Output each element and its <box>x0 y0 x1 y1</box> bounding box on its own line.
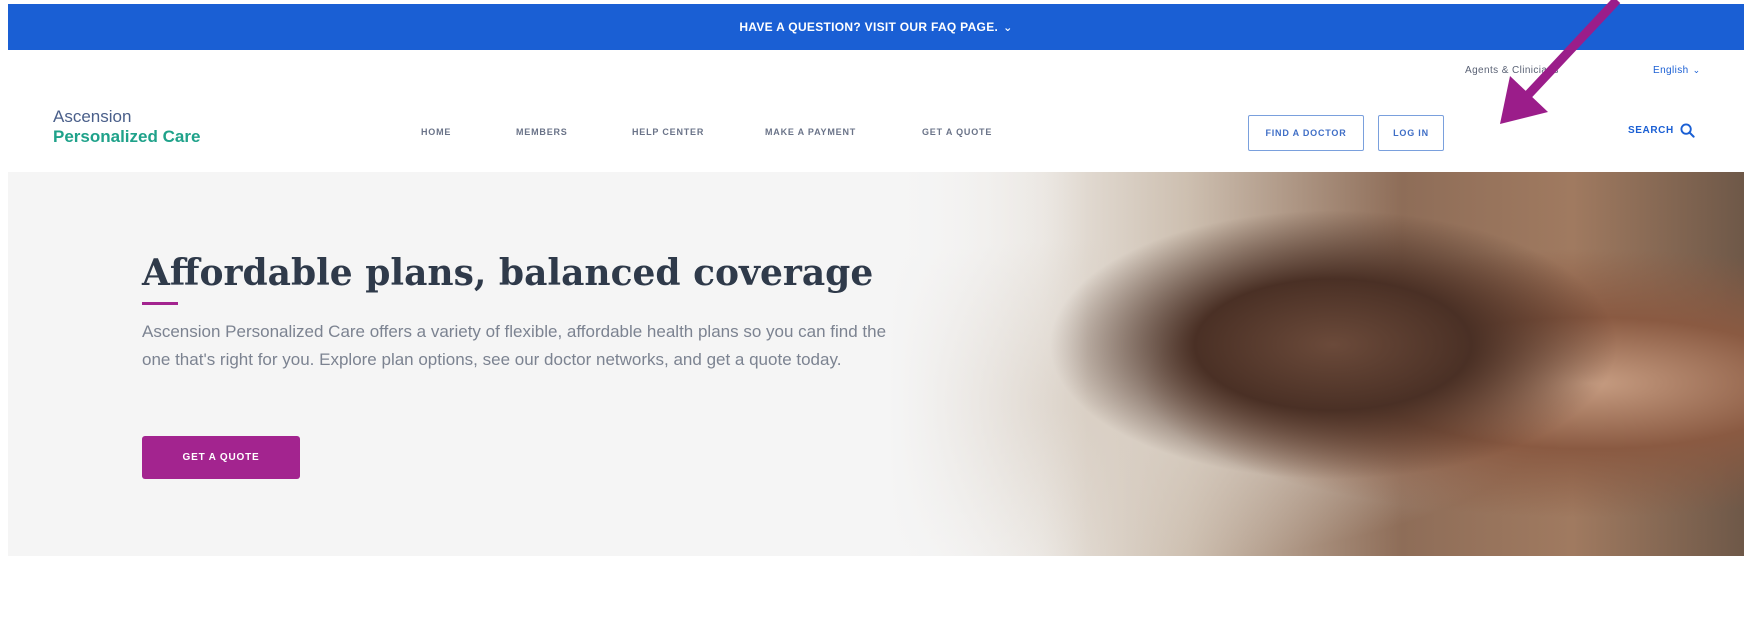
hero-section: Affordable plans, balanced coverage Asce… <box>8 172 1744 556</box>
page: HAVE A QUESTION? VISIT OUR FAQ PAGE. ⌄ A… <box>8 4 1744 610</box>
agents-clinicians-link[interactable]: Agents & Clinicians <box>1465 65 1559 76</box>
language-selector[interactable]: English ⌄ <box>1653 65 1701 76</box>
log-in-button[interactable]: LOG IN <box>1378 115 1444 151</box>
main-nav: Ascension Personalized Care HOME MEMBERS… <box>8 90 1744 172</box>
nav-members[interactable]: MEMBERS <box>516 127 568 137</box>
logo-line-1: Ascension <box>53 107 132 126</box>
nav-home[interactable]: HOME <box>421 127 451 137</box>
utility-bar: Agents & Clinicians English ⌄ <box>8 50 1744 91</box>
chevron-down-icon: ⌄ <box>1692 65 1701 75</box>
hero-description: Ascension Personalized Care offers a var… <box>142 322 887 369</box>
search-button[interactable]: SEARCH <box>1628 123 1695 138</box>
logo[interactable]: Ascension Personalized Care <box>53 108 200 145</box>
get-a-quote-button[interactable]: GET A QUOTE <box>142 436 300 479</box>
chevron-down-icon: ⌄ <box>1003 21 1013 34</box>
nav-help-center[interactable]: HELP CENTER <box>632 127 704 137</box>
faq-banner[interactable]: HAVE A QUESTION? VISIT OUR FAQ PAGE. ⌄ <box>8 4 1744 50</box>
faq-banner-text[interactable]: HAVE A QUESTION? VISIT OUR FAQ PAGE. <box>739 20 998 34</box>
hero-photo-fade <box>888 172 1088 556</box>
nav-get-a-quote[interactable]: GET A QUOTE <box>922 127 992 137</box>
search-icon <box>1680 123 1695 138</box>
nav-make-a-payment[interactable]: MAKE A PAYMENT <box>765 127 856 137</box>
search-label: SEARCH <box>1628 125 1674 136</box>
title-accent-rule <box>142 302 178 305</box>
language-label: English <box>1653 65 1689 76</box>
hero-title: Affordable plans, balanced coverage <box>142 252 874 294</box>
find-a-doctor-button[interactable]: FIND A DOCTOR <box>1248 115 1364 151</box>
logo-line-2: Personalized Care <box>53 127 201 146</box>
